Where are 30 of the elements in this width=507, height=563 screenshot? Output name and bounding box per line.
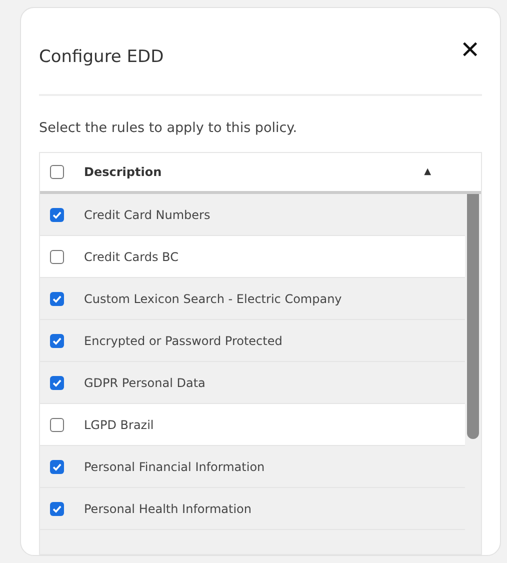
close-button[interactable]: ✕	[458, 39, 482, 63]
table-row[interactable]: GDPR Personal Data	[40, 362, 465, 404]
table-row[interactable]: Custom Lexicon Search - Electric Company	[40, 278, 465, 320]
checkbox[interactable]	[50, 418, 64, 432]
column-header[interactable]: Description	[84, 165, 404, 179]
checkbox[interactable]	[50, 292, 64, 306]
rule-label: Encrypted or Password Protected	[84, 334, 282, 348]
rule-label: Custom Lexicon Search - Electric Company	[84, 292, 342, 306]
rule-label: LGPD Brazil	[84, 418, 154, 432]
checkbox[interactable]	[50, 165, 64, 179]
rule-label: Personal Financial Information	[84, 460, 265, 474]
rule-label: Credit Cards BC	[84, 250, 178, 264]
sort-indicator[interactable]: ▲	[424, 167, 431, 177]
scrollbar[interactable]	[465, 194, 481, 554]
scrollbar-thumb[interactable]	[467, 194, 479, 439]
instruction-text: Select the rules to apply to this policy.	[39, 120, 298, 136]
dialog-title: Configure EDD	[39, 46, 164, 67]
rule-label: GDPR Personal Data	[84, 376, 206, 390]
table-row[interactable]: Personal Health Information	[40, 488, 465, 530]
table-row[interactable]: Credit Card Numbers	[40, 194, 465, 236]
checkbox[interactable]	[50, 460, 64, 474]
checkbox[interactable]	[50, 334, 64, 348]
rule-label: Personal Health Information	[84, 502, 252, 516]
checkbox[interactable]	[50, 250, 64, 264]
table-row[interactable]: Encrypted or Password Protected	[40, 320, 465, 362]
table-row[interactable]: Personal Financial Information	[40, 446, 465, 488]
checkbox[interactable]	[50, 502, 64, 516]
rule-label: Credit Card Numbers	[84, 208, 210, 222]
checkbox[interactable]	[50, 208, 64, 222]
checkbox[interactable]	[50, 376, 64, 390]
